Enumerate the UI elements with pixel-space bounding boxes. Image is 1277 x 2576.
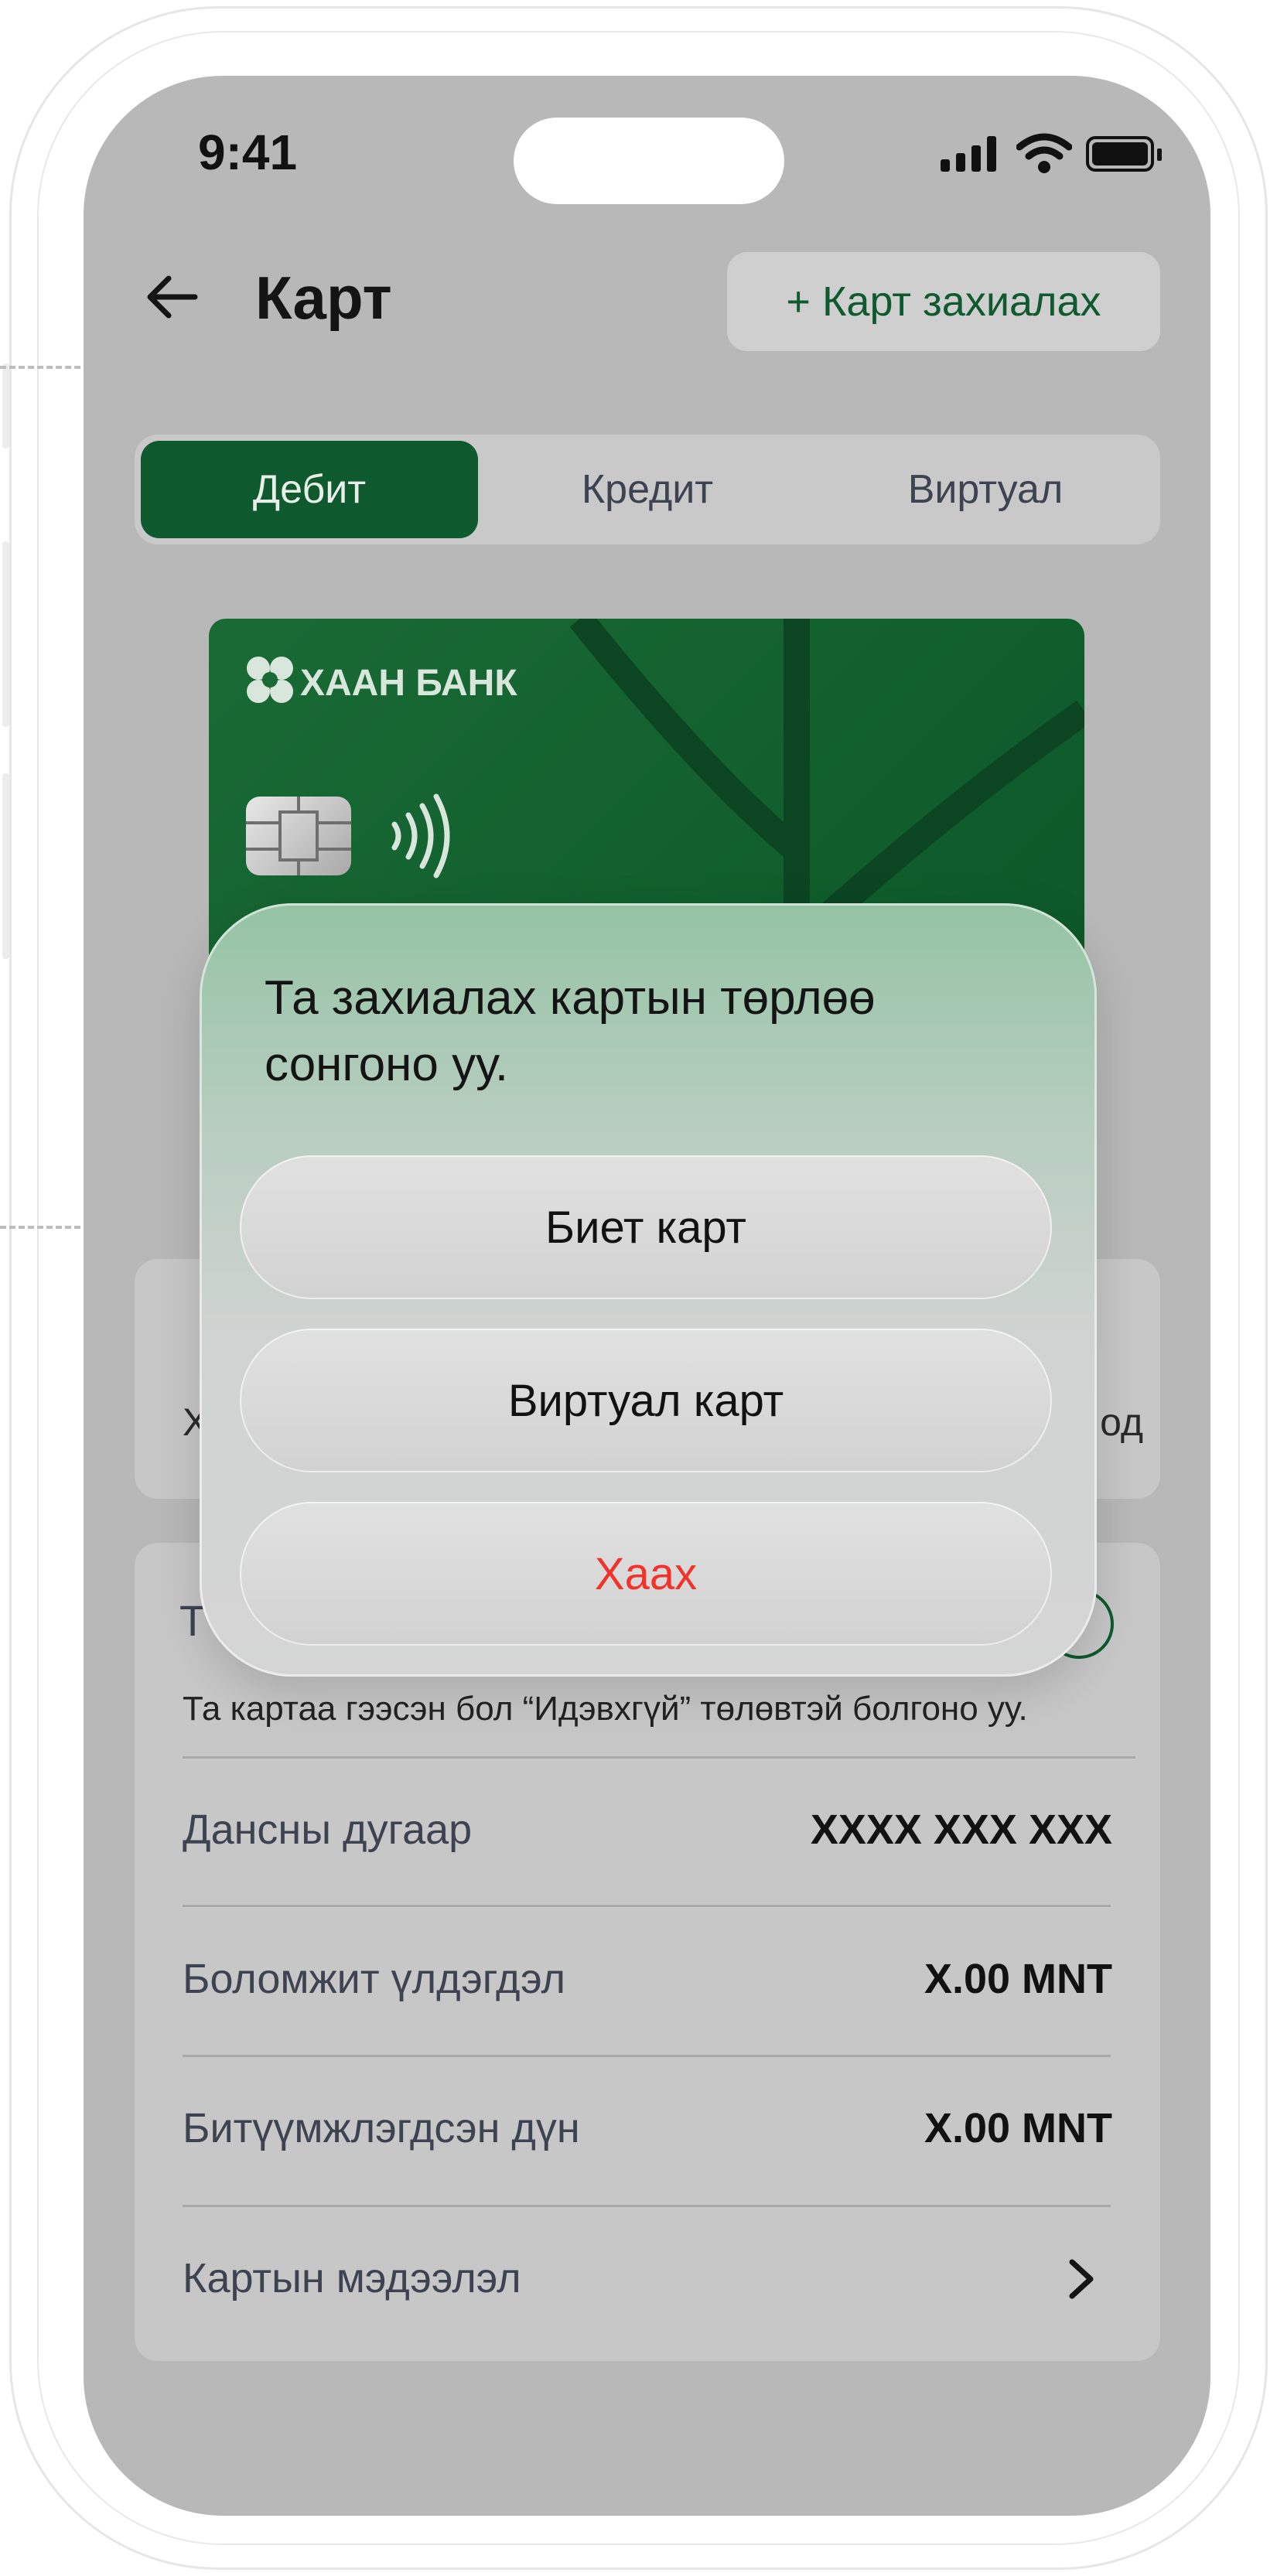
- chevron-right-icon[interactable]: [1064, 2256, 1098, 2302]
- quick-action-label-right: од: [1100, 1401, 1143, 1444]
- card-type-tabs: Дебит Кредит Виртуал: [135, 435, 1160, 544]
- divider: [183, 2055, 1111, 2057]
- card-bank-name: ХААН БАНК: [300, 663, 517, 704]
- tab-debit[interactable]: Дебит: [141, 441, 478, 538]
- status-hint: Та картаа гээсэн бол “Идэвхгүй” төлөвтэй…: [183, 1690, 1028, 1728]
- dynamic-island: [514, 118, 784, 204]
- battery-cap: [1157, 148, 1162, 161]
- wifi-icon: [1016, 133, 1072, 173]
- device-side-button-volume-down: [2, 773, 9, 959]
- khan-bank-logo-icon: [247, 657, 293, 703]
- account-number-value: XXXX XXX XXX: [810, 1807, 1112, 1853]
- virtual-card-button[interactable]: Виртуал карт: [240, 1329, 1052, 1472]
- device-side-button-volume-up: [2, 541, 9, 727]
- contactless-icon: [391, 793, 450, 879]
- phone-screen: 9:41 Карт + Карт захиалах Дебит Кредит В…: [84, 76, 1210, 2516]
- account-number-label: Дансны дугаар: [183, 1807, 473, 1853]
- status-time: 9:41: [198, 125, 298, 180]
- page-title: Карт: [255, 264, 392, 332]
- divider: [183, 1905, 1111, 1907]
- battery-icon: [1086, 136, 1154, 172]
- card-chip-icon: [246, 797, 351, 875]
- device-side-button-silent: [2, 363, 9, 449]
- divider: [183, 1756, 1135, 1759]
- available-balance-value: X.00 MNT: [924, 1956, 1112, 2002]
- available-balance-label: Боломжит үлдэгдэл: [183, 1956, 566, 2002]
- back-arrow-icon[interactable]: [144, 269, 200, 325]
- divider: [183, 2205, 1111, 2207]
- tab-credit[interactable]: Кредит: [479, 441, 816, 538]
- order-card-button[interactable]: + Карт захиалах: [727, 252, 1160, 351]
- blocked-amount-label: Битүүмжлэгдсэн дүн: [183, 2105, 580, 2151]
- physical-card-button[interactable]: Биет карт: [240, 1155, 1052, 1299]
- blocked-amount-value: X.00 MNT: [924, 2105, 1112, 2151]
- cellular-signal-icon: [941, 136, 1002, 172]
- card-type-modal: Та захиалах картын төрлөө сонгоно уу. Би…: [200, 903, 1097, 1677]
- tab-virtual[interactable]: Виртуал: [817, 441, 1154, 538]
- close-button[interactable]: Хаах: [240, 1502, 1052, 1646]
- modal-title: Та захиалах картын төрлөө сонгоно уу.: [265, 971, 876, 1091]
- card-info-label[interactable]: Картын мэдээлэл: [183, 2254, 521, 2302]
